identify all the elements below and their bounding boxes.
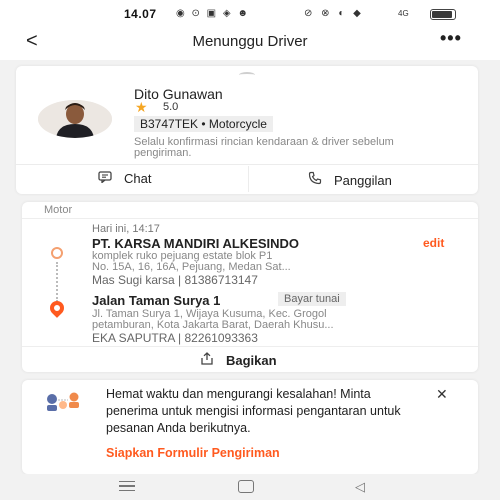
driver-card: Dito Gunawan ★ 5.0 B3747TEK • Motorcycle… [16, 66, 478, 194]
divider [16, 164, 478, 165]
star-icon: ★ [135, 99, 148, 115]
dropoff-name: Jalan Taman Surya 1 [92, 293, 221, 308]
route-card: Motor Hari ini, 14:17 PT. KARSA MANDIRI … [22, 202, 478, 372]
home-icon[interactable] [238, 480, 254, 493]
recent-apps-icon[interactable] [119, 481, 135, 491]
drag-handle[interactable] [239, 72, 255, 78]
app-header: Menunggu Driver < ••• [0, 28, 500, 60]
promo-message: Hemat waktu dan mengurangi kesalahan! Mi… [106, 387, 401, 435]
driver-photo [38, 100, 112, 138]
pickup-name: PT. KARSA MANDIRI ALKESINDO [92, 236, 300, 251]
dropoff-contact: EKA SAPUTRA | 82261093363 [92, 331, 258, 345]
more-options-button[interactable]: ••• [440, 28, 462, 49]
prepare-delivery-form-link[interactable]: Siapkan Formulir Pengiriman [106, 446, 280, 460]
menu-line [119, 485, 135, 487]
delivery-form-illustration-icon [44, 390, 84, 414]
battery-icon [430, 9, 456, 20]
confirm-notice: Selalu konfirmasi rincian kendaraan & dr… [134, 136, 394, 159]
chat-button[interactable]: Chat [98, 171, 151, 186]
promo-card: Hemat waktu dan mengurangi kesalahan! Mi… [22, 380, 478, 474]
back-triangle-icon[interactable]: ◁ [355, 479, 365, 495]
notification-icons: ◉ ⊙ ▣ ◈ ☻ [176, 8, 250, 19]
back-button[interactable]: < [26, 30, 38, 52]
network-label: 4G [398, 9, 409, 18]
system-nav-bar: ◁ [0, 474, 500, 500]
route-connector [56, 262, 58, 302]
driver-avatar [38, 100, 112, 138]
chat-label: Chat [124, 171, 152, 186]
call-label: Panggilan [334, 173, 392, 188]
edit-button[interactable]: edit [423, 236, 444, 250]
status-time: 14.07 [124, 7, 157, 21]
battery-level-fill [432, 11, 452, 18]
call-button[interactable]: Panggilan [308, 171, 392, 188]
dropoff-pin-icon [47, 298, 67, 318]
payment-badge: Bayar tunai [278, 292, 346, 306]
share-button[interactable]: Bagikan [200, 352, 277, 368]
status-bar: 14.07 ◉ ⊙ ▣ ◈ ☻ ⊘ ⊗ ◐ ◆ 4G [0, 0, 500, 28]
divider [22, 346, 478, 347]
close-icon[interactable]: ✕ [436, 386, 448, 403]
pickup-contact: Mas Sugi karsa | 81386713147 [92, 273, 258, 287]
divider [248, 166, 249, 192]
share-icon [200, 352, 216, 368]
driver-rating: 5.0 [163, 101, 179, 113]
system-icons: ⊘ ⊗ ◐ ◆ [304, 8, 364, 19]
chat-icon [98, 171, 114, 186]
dropoff-address-line2: petamburan, Kota Jakarta Barat, Daerah K… [92, 319, 334, 331]
pin-center [52, 303, 62, 313]
page-title: Menunggu Driver [192, 33, 308, 50]
pickup-dot-icon [51, 247, 63, 259]
vehicle-plate-badge: B3747TEK • Motorcycle [134, 116, 273, 132]
pickup-address-line2: No. 15A, 16, 16A, Pejuang, Medan Sat... [92, 261, 291, 273]
phone-icon [308, 171, 324, 188]
pickup-time: Hari ini, 14:17 [92, 223, 160, 235]
share-label: Bagikan [226, 353, 277, 368]
divider [22, 218, 478, 219]
vehicle-type-label: Motor [44, 204, 73, 216]
